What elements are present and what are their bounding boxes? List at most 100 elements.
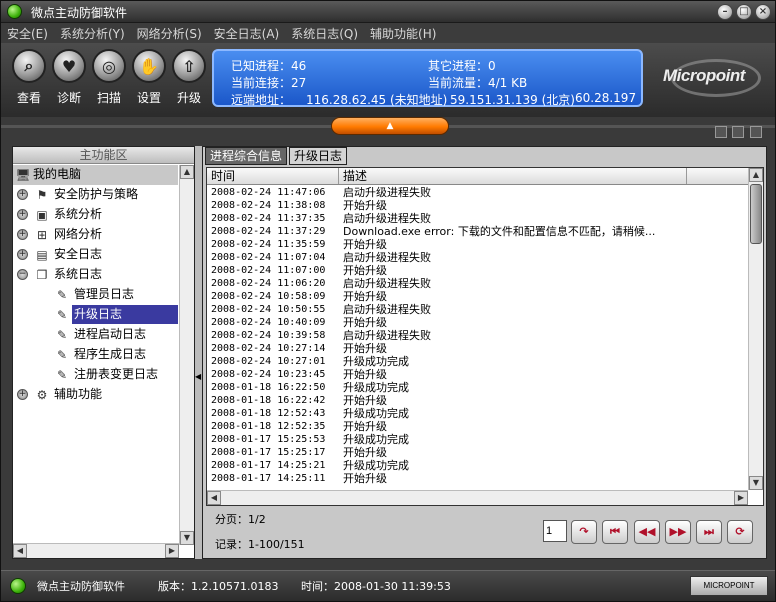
log-horizontal-scrollbar[interactable]: ◀ ▶ xyxy=(207,490,748,505)
log-description: 开始升级 xyxy=(343,264,387,277)
scroll-down-icon[interactable]: ▼ xyxy=(180,531,194,545)
table-row[interactable]: 2008-02-24 11:37:29 Download.exe error: 下… xyxy=(207,225,748,238)
table-row[interactable]: 2008-01-17 14:25:21 升级成功完成 xyxy=(207,459,748,472)
log-description: 启动升级进程失败 xyxy=(343,251,431,264)
log-time: 2008-01-18 16:22:50 xyxy=(211,382,326,393)
table-row[interactable]: 2008-01-18 16:22:42 开始升级 xyxy=(207,394,748,407)
table-row[interactable]: 2008-02-24 11:38:08 开始升级 xyxy=(207,199,748,212)
known-processes: 已知进程：46 xyxy=(231,59,307,73)
log-time: 2008-02-24 10:27:14 xyxy=(211,343,326,354)
menu-security[interactable]: 安全(E) xyxy=(1,25,54,42)
scan-button[interactable]: ◎ 扫描 xyxy=(89,49,129,106)
maximize-button[interactable]: □ xyxy=(736,4,752,20)
table-body: 2008-02-24 11:47:06 启动升级进程失败 2008-02-24 11… xyxy=(207,186,748,491)
remote-address-1: 116.28.62.45 (未知地址) xyxy=(306,93,448,107)
log-time: 2008-02-24 11:47:06 xyxy=(211,187,326,198)
column-header-time[interactable]: 时间 xyxy=(207,168,339,184)
table-row[interactable]: 2008-01-18 12:52:35 开始升级 xyxy=(207,420,748,433)
scroll-thumb[interactable] xyxy=(750,184,762,244)
table-row[interactable]: 2008-02-24 10:50:55 启动升级进程失败 xyxy=(207,303,748,316)
layout-icon[interactable] xyxy=(715,126,727,138)
table-row[interactable]: 2008-01-18 12:52:43 升级成功完成 xyxy=(207,407,748,420)
table-row[interactable]: 2008-02-24 11:35:59 开始升级 xyxy=(207,238,748,251)
restore-icon[interactable] xyxy=(732,126,744,138)
log-description: 开始升级 xyxy=(343,316,387,329)
menu-network-analysis[interactable]: 网络分析(S) xyxy=(131,25,208,42)
last-page-button[interactable]: ⏭ xyxy=(696,520,722,544)
remote-address-3: 60.28.197 xyxy=(575,91,637,105)
scroll-up-icon[interactable]: ▲ xyxy=(180,165,194,179)
tab-process-info[interactable]: 进程综合信息 xyxy=(205,147,288,165)
table-row[interactable]: 2008-02-24 11:07:00 开始升级 xyxy=(207,264,748,277)
title-bar[interactable]: 微点主动防御软件 – □ × xyxy=(1,1,775,23)
table-row[interactable]: 2008-02-24 11:06:20 启动升级进程失败 xyxy=(207,277,748,290)
log-time: 2008-02-24 11:38:08 xyxy=(211,200,326,211)
log-description: 启动升级进程失败 xyxy=(343,212,431,225)
refresh-button[interactable]: ⟳ xyxy=(727,520,753,544)
panel-title: 主功能区 xyxy=(13,147,194,164)
tab-upgrade-log[interactable]: 升级日志 xyxy=(289,147,348,165)
page-number-input[interactable] xyxy=(543,520,567,542)
expand-icon[interactable]: + xyxy=(17,229,28,240)
close-button[interactable]: × xyxy=(755,4,771,20)
scroll-right-icon[interactable]: ▶ xyxy=(165,544,179,558)
scroll-right-icon[interactable]: ▶ xyxy=(734,491,748,505)
log-vertical-scrollbar[interactable]: ▲ ▼ xyxy=(748,168,763,490)
micropoint-brand-button[interactable]: MICROPOINT xyxy=(690,576,768,596)
refresh-icon: ⟳ xyxy=(735,525,745,538)
table-row[interactable]: 2008-01-18 16:22:50 升级成功完成 xyxy=(207,381,748,394)
expand-icon[interactable]: + xyxy=(17,209,28,220)
table-row[interactable]: 2008-02-24 10:58:09 开始升级 xyxy=(207,290,748,303)
table-row[interactable]: 2008-01-17 15:25:53 升级成功完成 xyxy=(207,433,748,446)
menu-bar: 安全(E) 系统分析(Y) 网络分析(S) 安全日志(A) 系统日志(Q) 辅助… xyxy=(1,23,775,43)
log-icon: ▤ xyxy=(36,248,48,262)
collapse-toolbar-handle[interactable]: ▲ xyxy=(331,117,449,135)
tree-item-my-computer[interactable]: 🖥 我的电脑 xyxy=(13,165,178,185)
table-row[interactable]: 2008-02-24 10:27:14 开始升级 xyxy=(207,342,748,355)
tree-horizontal-scrollbar[interactable]: ◀ ▶ xyxy=(13,543,179,558)
menu-auxiliary[interactable]: 辅助功能(H) xyxy=(364,25,442,42)
log-description: 开始升级 xyxy=(343,238,387,251)
diagnose-button[interactable]: ♥ 诊断 xyxy=(49,49,89,106)
collapse-left-icon[interactable]: ◀ xyxy=(195,372,201,381)
table-row[interactable]: 2008-02-24 10:39:58 启动升级进程失败 xyxy=(207,329,748,342)
scroll-up-icon[interactable]: ▲ xyxy=(749,168,763,182)
scan-icon: ◎ xyxy=(102,56,116,76)
registry-log-icon: ✎ xyxy=(56,368,68,382)
table-row[interactable]: 2008-01-17 15:25:17 开始升级 xyxy=(207,446,748,459)
scroll-down-icon[interactable]: ▼ xyxy=(749,476,763,490)
previous-page-button[interactable]: ◀◀ xyxy=(634,520,660,544)
next-page-button[interactable]: ▶▶ xyxy=(665,520,691,544)
log-description: 开始升级 xyxy=(343,368,387,381)
go-page-button[interactable]: ↷ xyxy=(571,520,597,544)
log-description: 升级成功完成 xyxy=(343,381,409,394)
panel-splitter[interactable]: ◀ xyxy=(195,146,202,559)
network-icon: ⊞ xyxy=(36,228,48,242)
first-page-button[interactable]: ⏮ xyxy=(602,520,628,544)
table-row[interactable]: 2008-02-24 10:40:09 开始升级 xyxy=(207,316,748,329)
settings-button[interactable]: ✋ 设置 xyxy=(129,49,169,106)
table-row[interactable]: 2008-02-24 11:07:04 启动升级进程失败 xyxy=(207,251,748,264)
table-row[interactable]: 2008-02-24 10:27:01 升级成功完成 xyxy=(207,355,748,368)
navigation-tree: 🖥 我的电脑 + ⚑ 安全防护与策略 + ▣ 系统分析 + ⊞ 网络分析 + ▤ xyxy=(13,165,178,545)
table-row[interactable]: 2008-02-24 11:37:35 启动升级进程失败 xyxy=(207,212,748,225)
column-header-description[interactable]: 描述 xyxy=(339,168,687,184)
menu-security-log[interactable]: 安全日志(A) xyxy=(208,25,286,42)
collapse-icon[interactable]: − xyxy=(17,269,28,280)
tree-vertical-scrollbar[interactable]: ▲ ▼ xyxy=(179,165,194,545)
table-row[interactable]: 2008-02-24 11:47:06 启动升级进程失败 xyxy=(207,186,748,199)
expand-icon[interactable]: + xyxy=(17,189,28,200)
view-button[interactable]: ⌕ 查看 xyxy=(9,49,49,106)
table-row[interactable]: 2008-01-17 14:25:11 开始升级 xyxy=(207,472,748,485)
scroll-left-icon[interactable]: ◀ xyxy=(207,491,221,505)
table-row[interactable]: 2008-02-24 10:23:45 开始升级 xyxy=(207,368,748,381)
menu-system-analysis[interactable]: 系统分析(Y) xyxy=(54,25,131,42)
upgrade-button[interactable]: ⇧ 升级 xyxy=(169,49,209,106)
scroll-left-icon[interactable]: ◀ xyxy=(13,544,27,558)
window-title: 微点主动防御软件 xyxy=(31,6,128,20)
expand-icon[interactable]: + xyxy=(17,389,28,400)
minimize-button[interactable]: – xyxy=(717,4,733,20)
panel-close-icon[interactable] xyxy=(750,126,762,138)
expand-icon[interactable]: + xyxy=(17,249,28,260)
menu-system-log[interactable]: 系统日志(Q) xyxy=(285,25,364,42)
